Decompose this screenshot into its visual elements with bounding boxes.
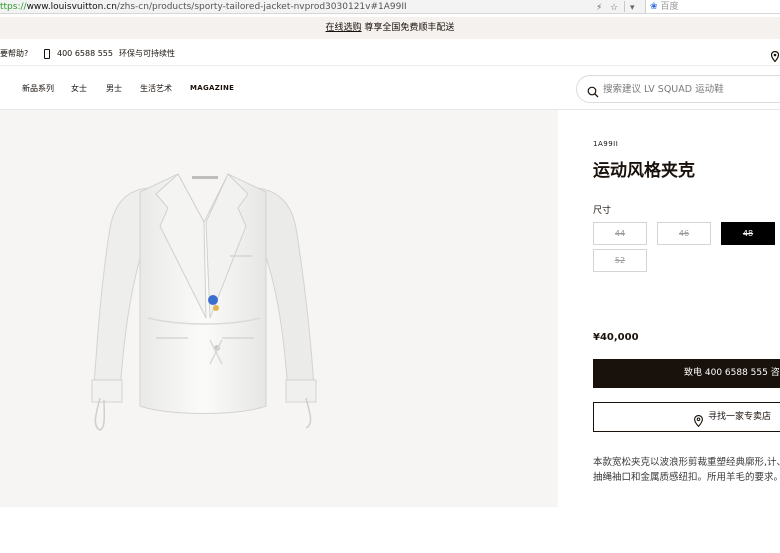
size-option-46[interactable]: 46 <box>657 222 711 245</box>
help-link[interactable]: 要帮助? <box>0 42 28 66</box>
find-store-button[interactable]: 寻找一家专卖店 <box>593 402 780 432</box>
search-bar[interactable] <box>576 75 780 103</box>
product-title: 运动风格夹克 <box>593 161 695 181</box>
nav-item-magazine[interactable]: MAGAZINE <box>190 84 234 92</box>
lightning-icon[interactable]: ⚡ <box>596 1 602 13</box>
jacket-image <box>91 173 317 431</box>
product-info-panel: 1A99II 运动风格夹克 尺寸 44 46 48 52 ¥40,000 致电 … <box>593 110 780 507</box>
size-option-48[interactable]: 48 <box>721 222 775 245</box>
sustainability-link[interactable]: 环保与可持续性 <box>119 42 175 66</box>
location-pin-icon[interactable] <box>770 48 780 63</box>
phone-icon <box>44 49 50 59</box>
product-price: ¥40,000 <box>593 332 639 343</box>
baidu-placeholder: 百度 <box>660 2 679 12</box>
promo-shop-online-link[interactable]: 在线选购 <box>326 23 362 33</box>
nav-item-women[interactable]: 女士 <box>71 83 87 94</box>
main-navigation: 新品系列 女士 男士 生活艺术 MAGAZINE <box>0 66 780 110</box>
size-label: 尺寸 <box>593 206 612 216</box>
size-option-44[interactable]: 44 <box>593 222 647 245</box>
product-description: 本款宽松夹克以波浪形剪裁重塑经典廓形,计、抽绳袖口和金属质感纽扣。所用羊毛的要求… <box>593 457 780 483</box>
browser-address-bar[interactable]: ttps://www.louisvuitton.cn/zhs-cn/produc… <box>0 0 780 14</box>
store-pin-icon <box>694 411 703 428</box>
star-icon[interactable]: ☆ <box>610 1 618 13</box>
call-to-enquire-button[interactable]: 致电 400 6588 555 咨询 <box>593 359 780 388</box>
search-icon[interactable] <box>587 83 599 98</box>
promo-text: 尊享全国免费顺丰配送 <box>361 23 455 33</box>
promo-banner: 在线选购 尊享全国免费顺丰配送 <box>0 17 780 39</box>
baidu-search-box[interactable]: ❀ 百度 <box>645 0 780 13</box>
phone-number-link[interactable]: 400 6588 555 <box>57 42 113 66</box>
product-image-gallery[interactable] <box>0 110 558 507</box>
size-option-52[interactable]: 52 <box>593 249 647 272</box>
nav-item-men[interactable]: 男士 <box>106 83 122 94</box>
search-input[interactable] <box>603 80 780 98</box>
dropdown-icon[interactable]: ▾ <box>630 1 635 13</box>
product-sku: 1A99II <box>593 140 619 148</box>
utility-bar: 要帮助? 400 6588 555 环保与可持续性 <box>0 42 780 66</box>
url-path: /zhs-cn/products/sporty-tailored-jacket-… <box>116 2 407 12</box>
url-domain: www.louisvuitton.cn <box>26 2 117 12</box>
baidu-paw-icon: ❀ <box>650 2 658 12</box>
find-store-label: 寻找一家专卖店 <box>708 412 772 422</box>
url-text[interactable]: ttps://www.louisvuitton.cn/zhs-cn/produc… <box>0 0 407 13</box>
url-protocol: ttps:// <box>0 2 27 12</box>
nav-item-living[interactable]: 生活艺术 <box>140 83 172 94</box>
nav-item-new[interactable]: 新品系列 <box>22 83 54 94</box>
separator <box>624 1 625 12</box>
